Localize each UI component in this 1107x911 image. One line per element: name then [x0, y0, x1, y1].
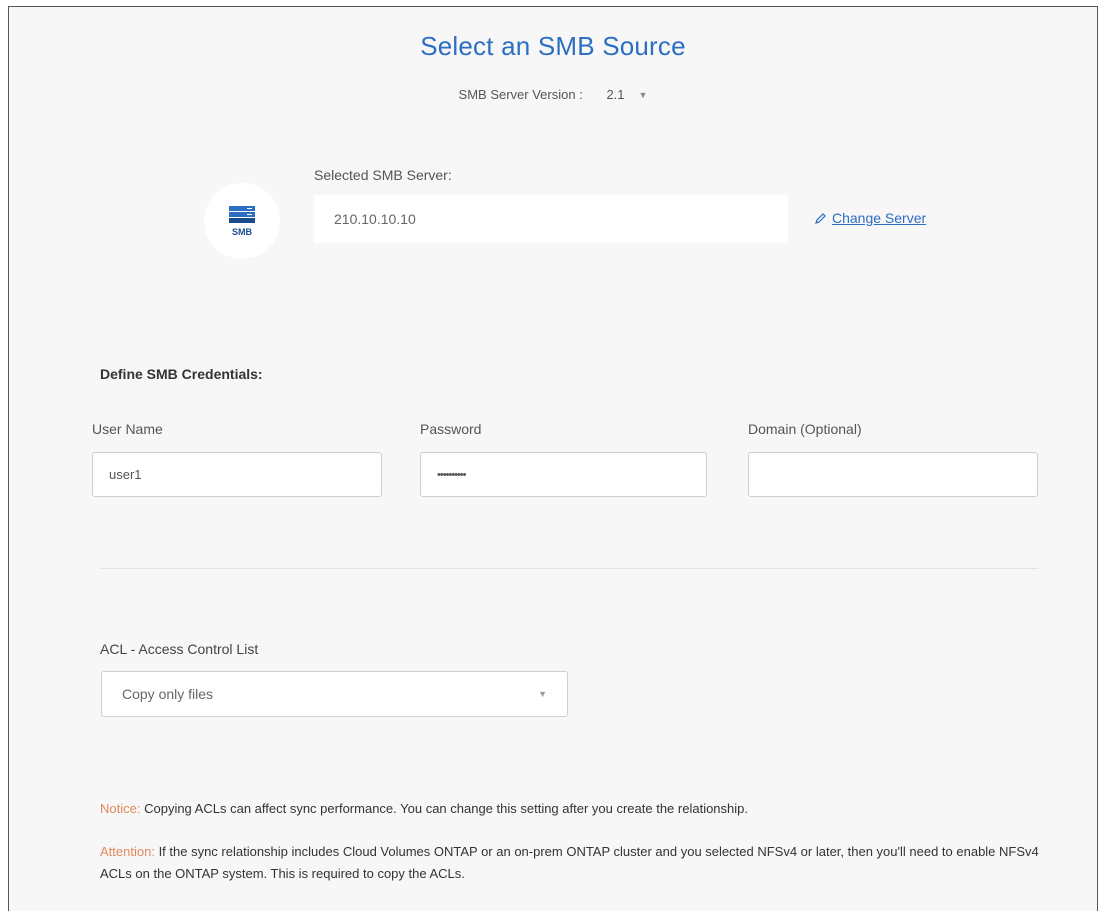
- selected-server-value: 210.10.10.10: [334, 211, 416, 227]
- password-field[interactable]: ••••••••••: [420, 452, 707, 497]
- username-label: User Name: [92, 421, 163, 437]
- password-value: ••••••••••: [437, 468, 466, 481]
- selected-server-label: Selected SMB Server:: [314, 167, 452, 183]
- page-title: Select an SMB Source: [420, 31, 686, 61]
- pencil-icon: [815, 213, 826, 224]
- smb-version-value: 2.1: [606, 87, 625, 102]
- smb-version-label: SMB Server Version :: [458, 87, 583, 102]
- section-divider: [100, 568, 1038, 569]
- smb-version-row: SMB Server Version : 2.1 ▼: [9, 87, 1097, 102]
- domain-label: Domain (Optional): [748, 421, 862, 437]
- acl-selected-value: Copy only files: [122, 686, 214, 702]
- attention-message: Attention: If the sync relationship incl…: [100, 841, 1040, 885]
- password-label: Password: [420, 421, 482, 437]
- change-server-label: Change Server: [832, 210, 927, 226]
- attention-text: If the sync relationship includes Cloud …: [100, 844, 1039, 881]
- acl-select[interactable]: Copy only files ▼: [101, 671, 568, 717]
- username-value: user1: [109, 467, 142, 482]
- notice-text: Copying ACLs can affect sync performance…: [144, 801, 748, 816]
- credentials-heading: Define SMB Credentials:: [100, 366, 263, 382]
- attention-tag: Attention:: [100, 844, 155, 859]
- notice-message: Notice: Copying ACLs can affect sync per…: [100, 798, 1050, 819]
- smb-server-badge: SMB: [204, 183, 280, 259]
- acl-heading: ACL - Access Control List: [100, 641, 259, 657]
- username-field[interactable]: user1: [92, 452, 382, 497]
- selected-server-field[interactable]: 210.10.10.10: [314, 195, 788, 243]
- smb-source-panel: Select an SMB Source SMB Server Version …: [8, 6, 1098, 911]
- notice-tag: Notice:: [100, 801, 141, 816]
- domain-field[interactable]: [748, 452, 1038, 497]
- chevron-down-icon: ▼: [638, 89, 648, 100]
- smb-version-select[interactable]: 2.1 ▼: [606, 87, 647, 102]
- chevron-down-icon: ▼: [538, 689, 547, 699]
- smb-badge-label: SMB: [232, 226, 252, 237]
- change-server-link[interactable]: Change Server: [815, 210, 926, 226]
- server-icon: [229, 205, 255, 223]
